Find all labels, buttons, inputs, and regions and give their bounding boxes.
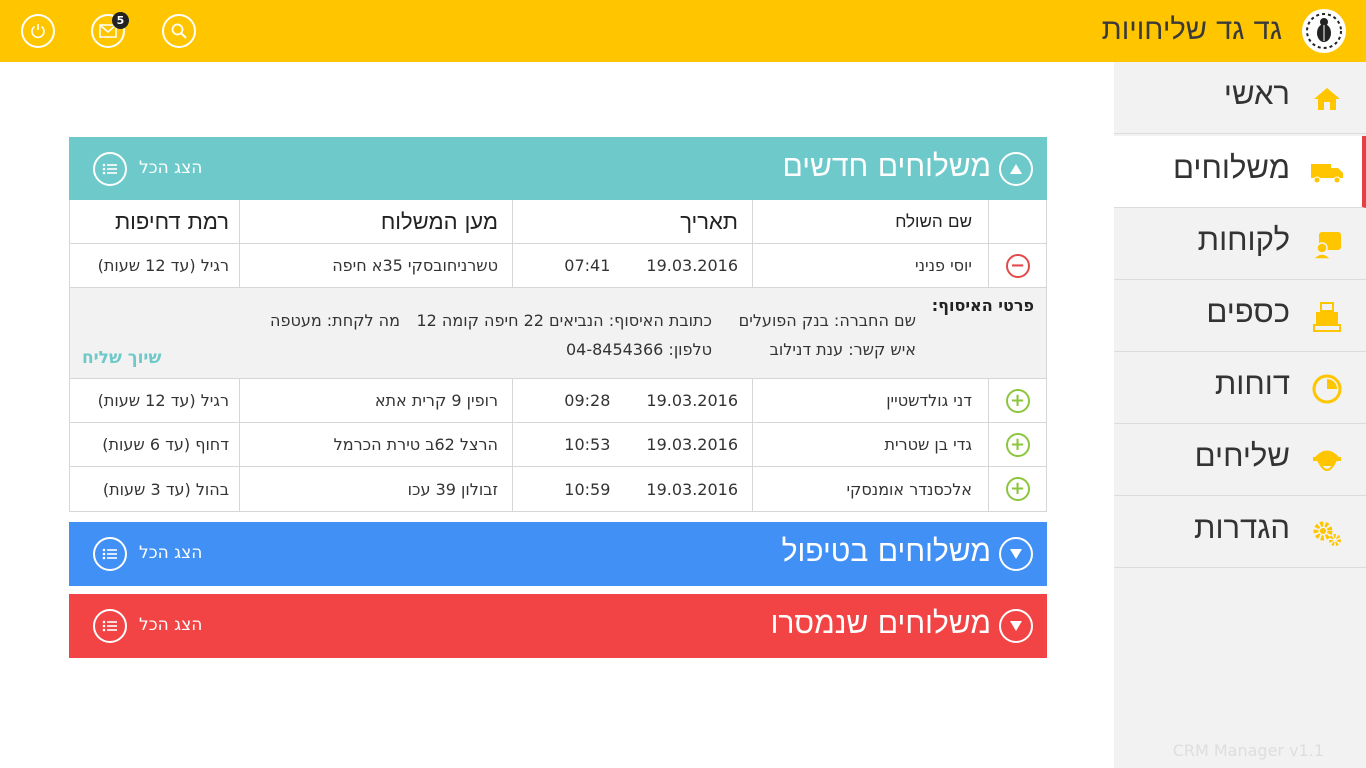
table-row[interactable]: + דני גולדשטיין 19.03.2016 09:28 רופין 9 …	[70, 379, 1046, 423]
new-shipments-panel-header[interactable]: משלוחים חדשים הצג הכל	[69, 137, 1047, 201]
pickup-details: פרטי האיסוף: שם החברה: בנק הפועלים איש ק…	[70, 288, 1046, 379]
expand-toggle-button[interactable]	[999, 609, 1033, 643]
date-cell: 19.03.2016 07:41	[512, 244, 752, 287]
beetle-logo-icon	[1306, 13, 1342, 49]
home-icon	[1310, 82, 1344, 116]
triangle-down-icon	[1010, 621, 1022, 631]
cash-register-icon	[1310, 300, 1344, 334]
sidebar-item-label: ראשי	[1223, 76, 1290, 112]
delivered-shipments-panel-header[interactable]: משלוחים שנמסרו הצג הכל	[69, 594, 1047, 658]
sidebar-item-home[interactable]: ראשי	[1114, 62, 1366, 134]
handling-shipments-panel-header[interactable]: משלוחים בטיפול הצג הכל	[69, 522, 1047, 586]
pie-chart-icon	[1310, 372, 1344, 406]
column-header-date: תאריך	[512, 200, 752, 243]
assign-courier-link[interactable]: שיוך שליח	[82, 348, 161, 368]
date-cell: 19.03.2016 10:53	[512, 423, 752, 466]
show-all-link[interactable]: הצג הכל	[139, 543, 202, 563]
address-cell: הרצל 62ב טירת הכרמל	[239, 423, 512, 466]
sidebar-item-label: לקוחות	[1197, 222, 1290, 258]
table-row[interactable]: + אלכסנדר אומנסקי 19.03.2016 10:59 זבולון…	[70, 467, 1046, 511]
sidebar-item-customers[interactable]: לקוחות	[1114, 208, 1366, 280]
company-name: שם החברה: בנק הפועלים	[738, 311, 916, 330]
item-to-collect: מה לקחת: מעטפה	[270, 311, 400, 330]
sender-cell: אלכסנדר אומנסקי	[752, 467, 988, 511]
sidebar: ראשי משלוחים לקוחות כספים דוחות שליחים ה…	[1114, 62, 1366, 768]
column-header-address: מען המשלוח	[239, 200, 512, 243]
list-icon[interactable]	[93, 152, 127, 186]
address-cell: רופין 9 קרית אתא	[239, 379, 512, 422]
date-cell: 19.03.2016 10:59	[512, 467, 752, 511]
expand-row-icon[interactable]: +	[1005, 388, 1030, 413]
address-cell: טשרניחובסקי 35א חיפה	[239, 244, 512, 287]
list-icon[interactable]	[93, 609, 127, 643]
column-header-sender: שם השולח	[752, 200, 988, 243]
table-row[interactable]: + גדי בן שטרית 19.03.2016 10:53 הרצל 62ב …	[70, 423, 1046, 467]
top-bar: גד גד שליחויות 5	[0, 0, 1366, 62]
address-cell: זבולון 39 עכו	[239, 467, 512, 511]
triangle-down-icon	[1010, 549, 1022, 559]
sender-cell: גדי בן שטרית	[752, 423, 988, 466]
app-title: גד גד שליחויות	[1101, 12, 1282, 46]
date-cell: 19.03.2016 09:28	[512, 379, 752, 422]
sender-cell: דני גולדשטיין	[752, 379, 988, 422]
sidebar-item-label: הגדרות	[1194, 510, 1290, 546]
collapse-toggle-button[interactable]	[999, 152, 1033, 186]
panel-title: משלוחים שנמסרו	[770, 606, 991, 641]
truck-icon	[1310, 156, 1344, 190]
table-header-row: שם השולח תאריך מען המשלוח רמת דחיפות	[70, 200, 1046, 244]
mail-count-badge: 5	[112, 12, 129, 29]
table-row[interactable]: − יוסי פניני 19.03.2016 07:41 טשרניחובסקי…	[70, 244, 1046, 288]
messages-button[interactable]: 5	[91, 12, 129, 48]
show-all-link[interactable]: הצג הכל	[139, 158, 202, 178]
pickup-address: כתובת האיסוף: הנביאים 22 חיפה קומה 12	[416, 311, 712, 330]
customers-icon	[1310, 228, 1344, 262]
urgency-cell: דחוף (עד 6 שעות)	[102, 435, 229, 454]
panel-title: משלוחים בטיפול	[781, 534, 991, 569]
panel-title: משלוחים חדשים	[782, 149, 991, 184]
urgency-cell: רגיל (עד 12 שעות)	[97, 256, 229, 275]
power-button[interactable]	[21, 14, 55, 48]
sidebar-item-shipments[interactable]: משלוחים	[1114, 136, 1366, 208]
phone: טלפון: 04-8454366	[565, 340, 712, 359]
urgency-cell: בהול (עד 3 שעות)	[102, 479, 229, 499]
expand-row-icon[interactable]: +	[1005, 477, 1030, 501]
list-icon[interactable]	[93, 537, 127, 571]
details-title: פרטי האיסוף:	[931, 296, 1034, 315]
sidebar-item-label: דוחות	[1214, 366, 1290, 402]
contact-person: איש קשר: ענת דנילוב	[769, 340, 916, 359]
sidebar-item-settings[interactable]: הגדרות	[1114, 496, 1366, 568]
power-icon	[31, 24, 45, 39]
gears-icon	[1310, 516, 1344, 550]
show-all-link[interactable]: הצג הכל	[139, 615, 202, 635]
sender-cell: יוסי פניני	[752, 244, 988, 287]
courier-icon	[1310, 444, 1344, 478]
sidebar-item-finance[interactable]: כספים	[1114, 280, 1366, 352]
search-icon	[171, 23, 187, 39]
app-logo	[1302, 9, 1346, 53]
sidebar-item-label: משלוחים	[1173, 150, 1290, 186]
expand-toggle-button[interactable]	[999, 537, 1033, 571]
sidebar-item-couriers[interactable]: שליחים	[1114, 424, 1366, 496]
expand-row-icon[interactable]: +	[1005, 432, 1030, 457]
triangle-up-icon	[1010, 164, 1022, 174]
sidebar-item-label: כספים	[1206, 294, 1290, 330]
collapse-row-icon[interactable]: −	[1005, 253, 1030, 278]
urgency-cell: רגיל (עד 12 שעות)	[97, 391, 229, 410]
column-header-urgency: רמת דחיפות	[114, 209, 229, 235]
new-shipments-table: שם השולח תאריך מען המשלוח רמת דחיפות − י…	[69, 200, 1047, 512]
sidebar-item-reports[interactable]: דוחות	[1114, 352, 1366, 424]
search-button[interactable]	[162, 14, 196, 48]
version-label: CRM Manager v1.1	[1172, 741, 1324, 760]
sidebar-item-label: שליחים	[1194, 438, 1290, 474]
